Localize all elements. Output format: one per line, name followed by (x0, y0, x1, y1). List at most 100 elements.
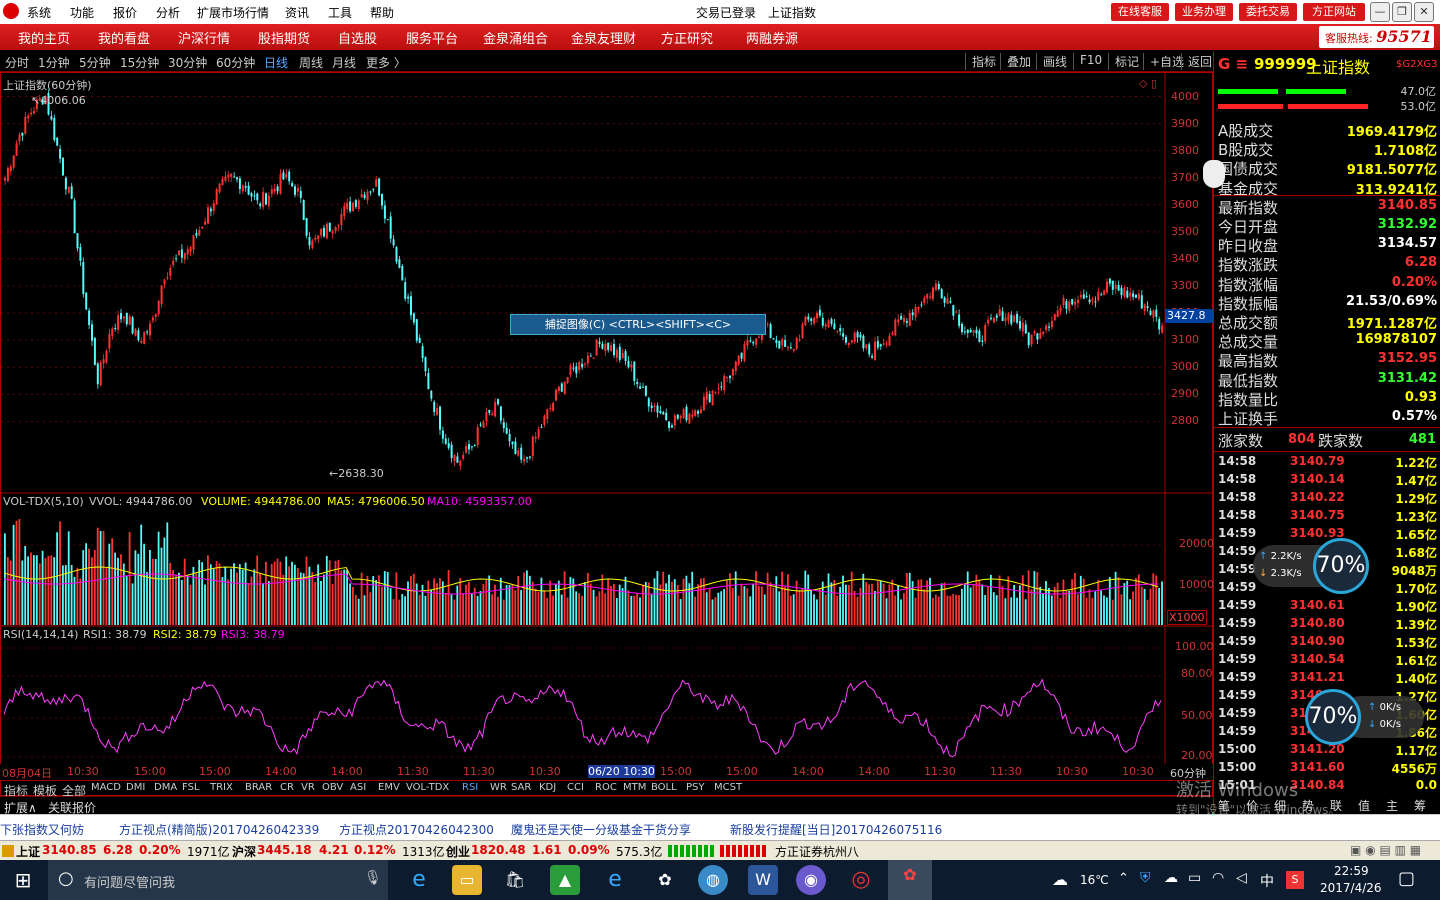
website-button[interactable]: 方正网站 (1303, 3, 1365, 21)
media-icon[interactable]: ◉ (796, 865, 826, 895)
nav-research[interactable]: 方正研究 (661, 28, 713, 47)
nav-portfolio[interactable]: 金泉涌组合 (483, 28, 548, 47)
restore-icon[interactable]: ❐ (1392, 2, 1412, 22)
tray-icons[interactable]: ▣ ◉ ▤ ▥ ▦ (1350, 843, 1421, 857)
tray-arrow-icon[interactable]: ⌃ (1118, 871, 1129, 886)
sogou-icon[interactable]: S (1286, 871, 1304, 889)
menu-help[interactable]: 帮助 (370, 4, 394, 21)
cloud-icon[interactable]: ☁ (1164, 870, 1178, 886)
nav-watchlist[interactable]: 自选股 (338, 28, 377, 47)
chart-area[interactable]: 上证指数(60分钟) ↖4006.06 ←2638.30 4000 3900 380… (0, 72, 1214, 796)
indicator-tab[interactable]: OBV (322, 782, 343, 793)
period-more[interactable]: 更多 〉 (366, 54, 406, 71)
indicator-tab[interactable]: KDJ (539, 782, 556, 793)
search-box[interactable]: ○ 有问题尽管问我 🎙 (48, 860, 388, 900)
chart-canvas[interactable] (1, 73, 1212, 765)
indicator-tab[interactable]: MACD (91, 782, 121, 793)
period-monthly[interactable]: 月线 (332, 54, 356, 71)
side-tab[interactable]: 主 (1386, 797, 1398, 814)
tool-draw[interactable]: 画线 (1036, 53, 1067, 70)
indicator-tab[interactable]: VOL-TDX (406, 782, 449, 793)
indicator-tab[interactable]: BOLL (651, 782, 677, 793)
swirl-app-icon[interactable]: ◎ (846, 865, 876, 895)
menu-system[interactable]: 系统 (27, 4, 51, 21)
side-tab[interactable]: 筹 (1414, 797, 1426, 814)
online-service-button[interactable]: 在线客服 (1111, 3, 1169, 21)
word-icon[interactable]: W (748, 865, 778, 895)
explorer-icon[interactable]: ▭ (452, 865, 482, 895)
indicator-tab[interactable]: DMI (126, 782, 145, 793)
business-button[interactable]: 业务办理 (1175, 3, 1233, 21)
indicator-tab[interactable]: CCI (567, 782, 584, 793)
nav-finance[interactable]: 金泉友理财 (571, 28, 636, 47)
news-item[interactable]: 方正视点20170426042300 (339, 821, 494, 838)
news-item[interactable]: 方正视点(精简版)20170426042339 (119, 821, 319, 838)
shield-icon[interactable]: ⛨ (1140, 870, 1151, 886)
indicator-tab[interactable]: MTM (623, 782, 646, 793)
volume-icon[interactable]: ◁ (1236, 870, 1247, 886)
nav-margin[interactable]: 两融券源 (746, 28, 798, 47)
menu-tools[interactable]: 工具 (328, 4, 352, 21)
menu-function[interactable]: 功能 (70, 4, 94, 21)
indicator-tab[interactable]: RSI (462, 782, 478, 793)
side-tab[interactable]: 值 (1358, 797, 1370, 814)
news-item[interactable]: 下张指数又何妨 (0, 821, 84, 838)
wifi-icon[interactable]: ◠ (1212, 870, 1224, 886)
tool-mark[interactable]: 标记 (1108, 53, 1139, 70)
ie-icon[interactable]: e (600, 865, 630, 895)
menu-quote[interactable]: 报价 (113, 4, 137, 21)
period-weekly[interactable]: 周线 (299, 54, 323, 71)
battery-icon[interactable]: ▭ (1188, 870, 1201, 886)
tool-indicator[interactable]: 指标 (965, 53, 996, 70)
memory-gauge[interactable]: 70% (1305, 689, 1361, 745)
nav-home[interactable]: 我的主页 (18, 28, 70, 47)
period-daily[interactable]: 日线 (264, 54, 288, 71)
nav-futures[interactable]: 股指期货 (258, 28, 310, 47)
store-icon[interactable]: 🛍 (500, 865, 530, 895)
period-1min[interactable]: 1分钟 (38, 54, 70, 71)
indicator-tab[interactable]: SAR (511, 782, 531, 793)
indicator-tab[interactable]: BRAR (245, 782, 272, 793)
news-item[interactable]: 魔鬼还是天使一分级基金干货分享 (511, 821, 691, 838)
minimize-icon[interactable]: — (1370, 2, 1390, 22)
period-30min[interactable]: 30分钟 (168, 54, 207, 71)
indicator-tab[interactable]: PSY (686, 782, 705, 793)
weather-icon[interactable]: ☁ (1052, 870, 1068, 889)
edge-icon[interactable]: e (404, 865, 434, 895)
period-5min[interactable]: 5分钟 (79, 54, 111, 71)
indicator-tab[interactable]: ASI (350, 782, 366, 793)
tool-overlay[interactable]: 叠加 (1000, 53, 1031, 70)
close-icon[interactable]: ✕ (1414, 2, 1434, 22)
nav-watch[interactable]: 我的看盘 (98, 28, 150, 47)
chart-options-icon[interactable]: ◇ ▯ (1139, 77, 1157, 90)
indicator-tab[interactable]: MCST (714, 782, 742, 793)
capture-tooltip[interactable]: 捕捉图像(C) <CTRL><SHIFT><C> (510, 314, 766, 335)
indicator-tab[interactable]: ROC (595, 782, 617, 793)
news-item[interactable]: 新股发行提醒[当日]20170426075116 (730, 821, 942, 838)
notification-icon[interactable]: ▢ (1398, 868, 1415, 889)
indicator-tab[interactable]: VR (301, 782, 315, 793)
indicator-tab[interactable]: DMA (154, 782, 177, 793)
tool-back[interactable]: 返回 (1181, 53, 1212, 70)
menu-extended-market[interactable]: 扩展市场行情 (197, 4, 269, 21)
period-tick[interactable]: 分时 (5, 54, 29, 71)
indicator-tab[interactable]: FSL (182, 782, 200, 793)
trade-button[interactable]: 委托交易 (1239, 3, 1297, 21)
green-app-icon[interactable]: ▲ (550, 865, 580, 895)
indicator-tab[interactable]: WR (490, 782, 507, 793)
nav-shsz[interactable]: 沪深行情 (178, 28, 230, 47)
indicator-tab[interactable]: TRIX (210, 782, 233, 793)
globe-icon[interactable]: ◍ (698, 865, 728, 895)
indicator-tab[interactable]: EMV (378, 782, 400, 793)
indicator-tab[interactable]: CR (280, 782, 294, 793)
pinwheel-icon[interactable]: ✿ (650, 865, 680, 895)
founder-app-icon[interactable]: ✿ (888, 860, 932, 900)
windows-start-icon[interactable]: ⊞ (8, 865, 38, 895)
period-60min[interactable]: 60分钟 (216, 54, 255, 71)
nav-service[interactable]: 服务平台 (406, 28, 458, 47)
ime-indicator[interactable]: 中 (1260, 871, 1274, 891)
period-15min[interactable]: 15分钟 (120, 54, 159, 71)
tool-f10[interactable]: F10 (1073, 53, 1102, 70)
memory-gauge[interactable]: 70% (1313, 538, 1369, 594)
menu-news[interactable]: 资讯 (285, 4, 309, 21)
